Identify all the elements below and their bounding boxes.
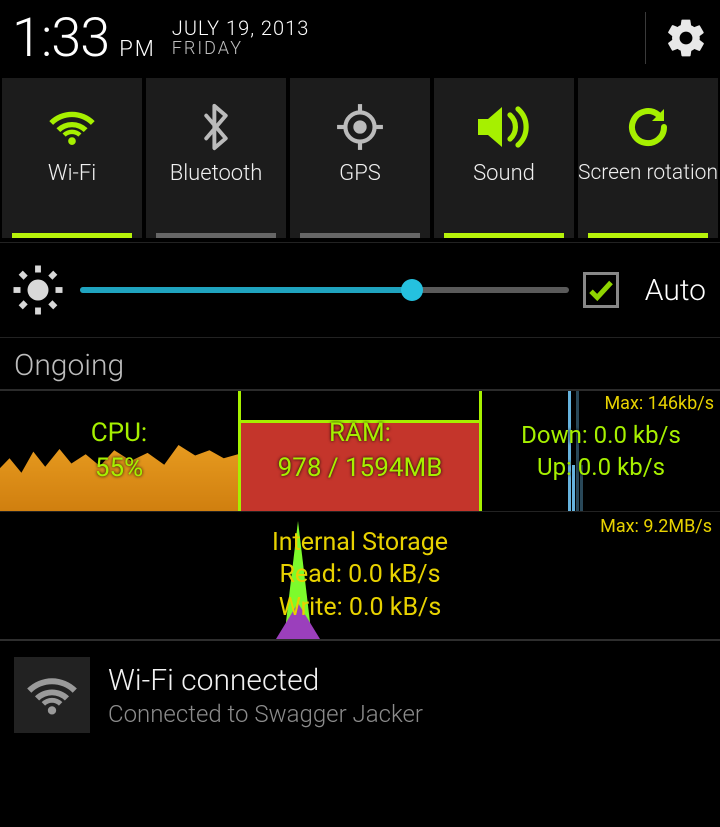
network-cell: Max: 146kb/s Down: 0.0 kb/s Up: 0.0 kb/s bbox=[482, 391, 720, 511]
toggle-label: Bluetooth bbox=[170, 162, 263, 186]
brightness-row: Auto bbox=[0, 242, 720, 338]
auto-brightness-checkbox[interactable] bbox=[583, 272, 619, 308]
storage-title: Internal Storage bbox=[272, 527, 448, 560]
wifi-notification-title: Wi-Fi connected bbox=[108, 663, 423, 698]
brightness-slider[interactable] bbox=[80, 287, 569, 293]
ram-label: RAM: bbox=[329, 418, 391, 448]
toggle-screen-rotation[interactable]: Screen rotation bbox=[578, 78, 718, 238]
checkmark-icon bbox=[586, 275, 616, 305]
cpu-label: CPU: bbox=[91, 418, 147, 448]
toggle-indicator bbox=[12, 233, 132, 238]
sound-icon bbox=[474, 105, 534, 149]
system-stats-row[interactable]: CPU: 55% RAM: 978 / 1594MB Max: 146kb/s … bbox=[0, 391, 720, 511]
bluetooth-icon bbox=[196, 101, 236, 153]
storage-stats-row[interactable]: Max: 9.2MB/s Internal Storage Read: 0.0 … bbox=[0, 511, 720, 639]
toggle-label: GPS bbox=[339, 162, 381, 186]
ram-value: 978 / 1594MB bbox=[278, 453, 443, 483]
toggle-indicator bbox=[588, 233, 708, 238]
section-heading-ongoing: Ongoing bbox=[0, 338, 720, 391]
clock-time: 1:33 bbox=[12, 7, 109, 70]
settings-button[interactable] bbox=[664, 16, 708, 60]
toggle-indicator bbox=[156, 233, 276, 238]
storage-write: Write: 0.0 kB/s bbox=[272, 592, 448, 625]
wifi-notification-subtitle: Connected to Swagger Jacker bbox=[108, 700, 423, 728]
header-divider bbox=[645, 12, 646, 64]
rotate-icon bbox=[624, 103, 672, 151]
network-max: Max: 146kb/s bbox=[604, 393, 714, 414]
quick-toggles-row: Wi-Fi Bluetooth GPS bbox=[0, 78, 720, 238]
toggle-indicator bbox=[444, 233, 564, 238]
clock-ampm: PM bbox=[119, 37, 156, 62]
toggle-sound[interactable]: Sound bbox=[434, 78, 574, 238]
day-of-week: FRIDAY bbox=[172, 39, 310, 59]
network-down: Down: 0.0 kb/s bbox=[521, 421, 681, 449]
cpu-value: 55% bbox=[95, 453, 143, 483]
clock[interactable]: 1:33 PM bbox=[12, 7, 156, 70]
toggle-label: Wi-Fi bbox=[48, 162, 96, 186]
gear-icon bbox=[664, 16, 708, 60]
slider-thumb[interactable] bbox=[401, 279, 423, 301]
toggle-bluetooth[interactable]: Bluetooth bbox=[146, 78, 286, 238]
storage-max: Max: 9.2MB/s bbox=[600, 516, 712, 537]
wifi-notification[interactable]: Wi-Fi connected Connected to Swagger Jac… bbox=[0, 639, 720, 749]
toggle-indicator bbox=[300, 233, 420, 238]
gps-icon bbox=[335, 102, 385, 152]
wifi-icon bbox=[22, 672, 82, 718]
toggle-label: Sound bbox=[473, 162, 535, 186]
toggle-wifi[interactable]: Wi-Fi bbox=[2, 78, 142, 238]
auto-brightness-label: Auto bbox=[645, 273, 706, 308]
ram-cell: RAM: 978 / 1594MB bbox=[241, 391, 482, 511]
date-block[interactable]: JULY 19, 2013 FRIDAY bbox=[172, 17, 310, 59]
toggle-gps[interactable]: GPS bbox=[290, 78, 430, 238]
storage-read: Read: 0.0 kB/s bbox=[272, 559, 448, 592]
date: JULY 19, 2013 bbox=[172, 17, 310, 39]
wifi-icon bbox=[45, 106, 99, 148]
cpu-cell: CPU: 55% bbox=[0, 391, 241, 511]
brightness-icon bbox=[10, 262, 66, 318]
status-header: 1:33 PM JULY 19, 2013 FRIDAY bbox=[0, 0, 720, 78]
toggle-label: Screen rotation bbox=[578, 162, 718, 185]
network-up: Up: 0.0 kb/s bbox=[537, 453, 665, 481]
